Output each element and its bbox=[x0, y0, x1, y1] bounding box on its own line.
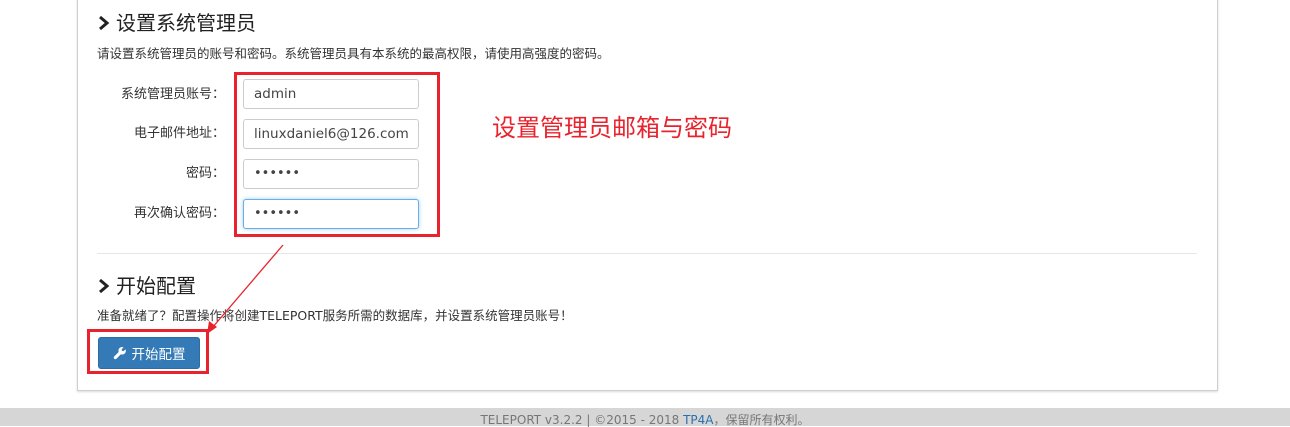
footer-rights: ，保留所有权利。 bbox=[713, 413, 810, 427]
footer-link-tp4a[interactable]: TP4A bbox=[683, 413, 713, 427]
footer: TELEPORT v3.2.2 | ©2015 - 2018 TP4A，保留所有… bbox=[0, 413, 1290, 427]
footer-copyright: TELEPORT v3.2.2 | ©2015 - 2018 bbox=[480, 413, 684, 427]
annotation-arrow bbox=[207, 244, 284, 334]
